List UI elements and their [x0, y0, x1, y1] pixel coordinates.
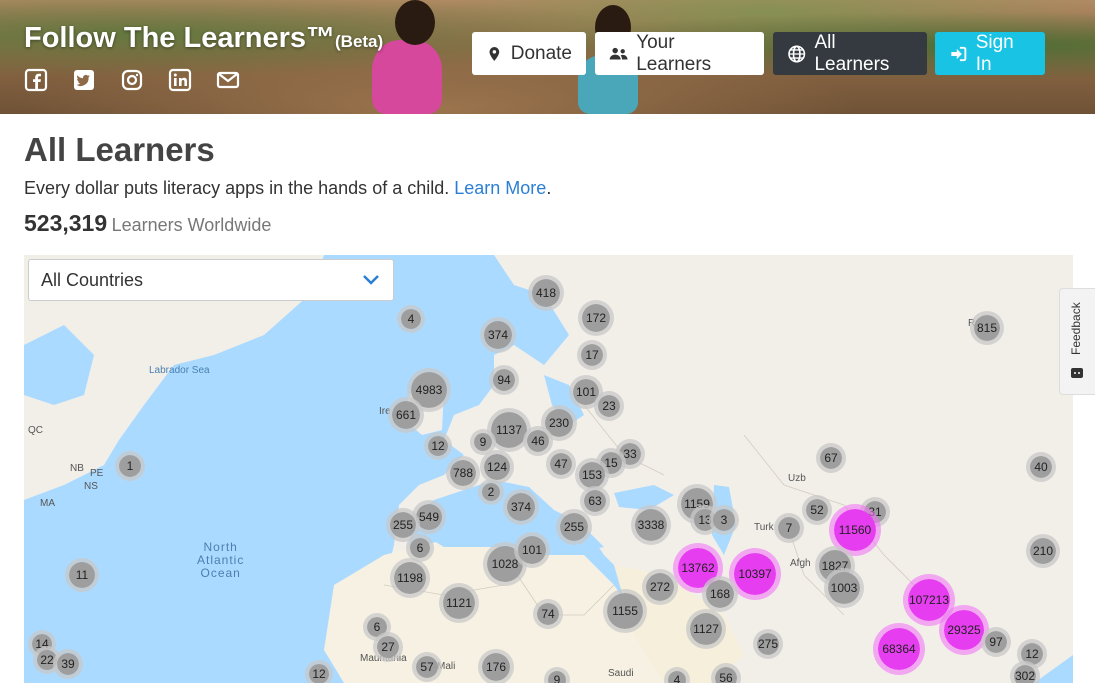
your-learners-button[interactable]: Your Learners — [595, 32, 764, 75]
map-cluster-marker[interactable]: 40 — [1026, 452, 1056, 482]
envelope-icon[interactable] — [216, 68, 240, 92]
social-links — [24, 68, 240, 92]
map-cluster-marker[interactable]: 68364 — [873, 623, 925, 675]
hero-banner: Follow The Learners™(Beta) Donate Your L… — [0, 0, 1095, 114]
globe-icon — [788, 44, 806, 63]
map-label-ns: NS — [84, 481, 98, 492]
map-cluster-marker[interactable]: 815 — [970, 311, 1004, 345]
learner-count-number: 523,319 — [24, 210, 108, 236]
map-cluster-marker[interactable]: 255 — [556, 509, 592, 545]
page-title: All Learners — [24, 131, 215, 168]
chevron-down-icon — [363, 275, 379, 285]
map-cluster-marker[interactable]: 3338 — [631, 505, 671, 545]
learn-more-link[interactable]: Learn More — [454, 178, 546, 198]
map-marker-icon — [489, 46, 500, 61]
feedback-icon — [1071, 368, 1083, 378]
country-select[interactable]: All Countries — [28, 259, 394, 301]
map-cluster-marker[interactable]: 3 — [709, 505, 739, 535]
map-cluster-marker[interactable]: 4 — [397, 305, 425, 333]
map-cluster-marker[interactable]: 374 — [480, 317, 516, 353]
tagline: Every dollar puts literacy apps in the h… — [24, 178, 551, 199]
map-cluster-marker[interactable]: 94 — [489, 365, 519, 395]
map-cluster-marker[interactable]: 418 — [528, 275, 564, 311]
learner-count: 523,319 Learners Worldwide — [24, 210, 271, 237]
instagram-icon[interactable] — [120, 68, 144, 92]
map-cluster-marker[interactable]: 27 — [373, 632, 403, 662]
brand-title[interactable]: Follow The Learners™(Beta) — [24, 22, 383, 55]
map-cluster-marker[interactable]: 275 — [753, 629, 783, 659]
map-label-pe: PE — [90, 468, 104, 479]
hero-child-figure — [395, 0, 435, 45]
your-learners-label: Your Learners — [636, 31, 712, 75]
feedback-tab[interactable]: Feedback — [1059, 288, 1095, 395]
map-cluster-marker[interactable]: 17 — [577, 340, 607, 370]
map-cluster-marker[interactable]: 124 — [480, 450, 514, 484]
map-cluster-marker[interactable]: 176 — [478, 649, 514, 683]
map-cluster-marker[interactable]: 39 — [53, 649, 83, 679]
map-cluster-marker[interactable]: 74 — [533, 599, 563, 629]
map-cluster-marker[interactable]: 302 — [1010, 661, 1040, 683]
tagline-period: . — [546, 178, 552, 198]
map-cluster-marker[interactable]: 1198 — [390, 558, 430, 598]
tagline-text: Every dollar puts literacy apps in the h… — [24, 178, 450, 198]
sign-in-label: Sign In — [975, 31, 1014, 75]
map-label-ma: MA — [40, 498, 55, 509]
country-select-value: All Countries — [41, 269, 144, 290]
map-cluster-marker[interactable]: 210 — [1026, 534, 1060, 568]
users-icon — [609, 47, 628, 59]
all-learners-label: All Learners — [814, 31, 890, 75]
map-cluster-marker[interactable]: 2 — [478, 479, 504, 505]
map-cluster-marker[interactable]: 272 — [642, 569, 678, 605]
map-cluster-marker[interactable]: 7 — [774, 513, 804, 543]
map-cluster-marker[interactable]: 1155 — [603, 589, 647, 633]
map-cluster-marker[interactable]: 11 — [65, 558, 99, 592]
map-cluster-marker[interactable]: 1121 — [439, 583, 479, 623]
donate-label: Donate — [510, 42, 572, 64]
map-cluster-marker[interactable]: 67 — [816, 443, 846, 473]
linkedin-icon[interactable] — [168, 68, 192, 92]
map-cluster-marker[interactable]: 788 — [446, 456, 480, 490]
map-cluster-marker[interactable]: 12 — [424, 432, 452, 460]
donate-button[interactable]: Donate — [472, 32, 586, 75]
map-cluster-marker[interactable]: 57 — [412, 652, 442, 682]
map-label-labrador-sea: Labrador Sea — [149, 365, 210, 376]
map-cluster-marker[interactable]: 46 — [523, 426, 553, 456]
map-label-saudi: Saudi — [608, 668, 634, 679]
map-cluster-marker[interactable]: 1003 — [824, 568, 864, 608]
map-cluster-marker[interactable]: 661 — [388, 397, 424, 433]
beta-label: (Beta) — [335, 32, 384, 51]
map-cluster-marker[interactable]: 101 — [514, 532, 550, 568]
map-label-nb: NB — [70, 463, 84, 474]
map-label-uzb: Uzb — [788, 473, 806, 484]
learner-count-label: Learners Worldwide — [111, 215, 272, 235]
learners-map[interactable]: Labrador Sea North Atlantic Ocean QC NB … — [24, 255, 1073, 683]
map-cluster-marker[interactable]: 1127 — [686, 609, 726, 649]
map-label-turk: Turk — [754, 522, 774, 533]
sign-in-icon — [951, 46, 967, 61]
map-cluster-marker[interactable]: 52 — [802, 495, 832, 525]
facebook-icon[interactable] — [24, 68, 48, 92]
map-cluster-marker[interactable]: 1 — [115, 451, 145, 481]
sign-in-button[interactable]: Sign In — [935, 32, 1045, 75]
feedback-label: Feedback — [1069, 302, 1083, 355]
map-cluster-marker[interactable]: 172 — [578, 300, 614, 336]
map-label-afgh: Afgh — [790, 558, 811, 569]
map-cluster-marker[interactable]: 23 — [594, 391, 624, 421]
all-learners-button[interactable]: All Learners — [773, 32, 927, 75]
map-label-qc: QC — [28, 425, 43, 436]
map-cluster-marker[interactable]: 12 — [305, 660, 333, 683]
map-label-north-atlantic: North Atlantic Ocean — [197, 540, 245, 580]
map-cluster-marker[interactable]: 47 — [546, 449, 576, 479]
map-cluster-marker[interactable]: 374 — [503, 489, 539, 525]
map-cluster-marker[interactable]: 97 — [981, 627, 1011, 657]
twitter-icon[interactable] — [72, 68, 96, 92]
map-cluster-marker[interactable]: 168 — [702, 576, 738, 612]
